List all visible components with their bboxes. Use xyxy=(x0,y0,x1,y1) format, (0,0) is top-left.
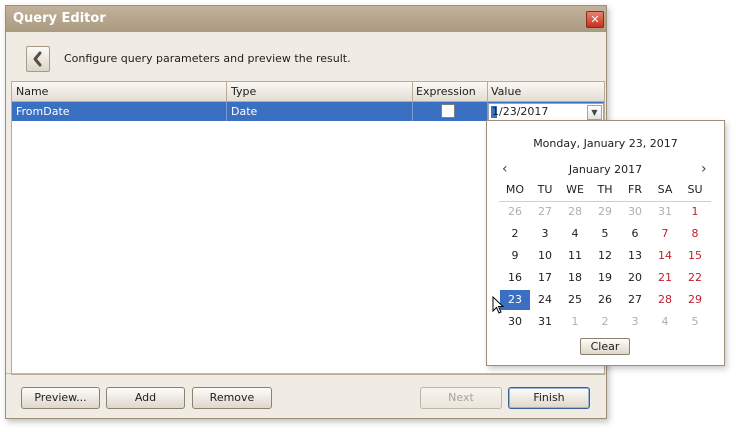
description-text: Configure query parameters and preview t… xyxy=(64,52,351,65)
next-button[interactable]: Next xyxy=(420,387,502,409)
add-button[interactable]: Add xyxy=(106,387,185,409)
calendar-day[interactable]: 31 xyxy=(530,312,560,332)
calendar-day[interactable]: 5 xyxy=(590,224,620,244)
close-button[interactable]: ✕ xyxy=(586,11,604,28)
header-type[interactable]: Type xyxy=(231,85,256,98)
cell-type[interactable]: Date xyxy=(231,105,257,118)
calendar-popup: Monday, January 23, 2017 ‹ January 2017 … xyxy=(486,120,725,366)
calendar-day[interactable]: 22 xyxy=(680,268,710,288)
calendar-day[interactable]: 4 xyxy=(560,224,590,244)
back-button[interactable] xyxy=(26,46,50,72)
mouse-cursor-icon xyxy=(492,296,505,314)
calendar-day[interactable]: 29 xyxy=(590,202,620,222)
calendar-day[interactable]: 4 xyxy=(650,312,680,332)
header-name[interactable]: Name xyxy=(16,85,48,98)
calendar-day[interactable]: 15 xyxy=(680,246,710,266)
calendar-day[interactable]: 12 xyxy=(590,246,620,266)
chevron-down-icon: ▼ xyxy=(591,108,598,117)
calendar-day[interactable]: 3 xyxy=(620,312,650,332)
calendar-day[interactable]: 11 xyxy=(560,246,590,266)
calendar-day[interactable]: 24 xyxy=(530,290,560,310)
column-divider[interactable] xyxy=(226,82,227,101)
calendar-day[interactable]: 28 xyxy=(560,202,590,222)
calendar-day[interactable]: 31 xyxy=(650,202,680,222)
calendar-day[interactable]: 26 xyxy=(590,290,620,310)
finish-button[interactable]: Finish xyxy=(508,387,590,409)
calendar-day[interactable]: 30 xyxy=(620,202,650,222)
header-value[interactable]: Value xyxy=(491,85,521,98)
table-row[interactable]: FromDate Date 1/23/2017 ▼ xyxy=(12,102,604,122)
calendar-day[interactable]: 27 xyxy=(530,202,560,222)
window-title: Query Editor xyxy=(13,11,106,26)
calendar-day[interactable]: 20 xyxy=(620,268,650,288)
button-bar: Preview... Add Remove Next Finish xyxy=(6,373,606,419)
weekday-label: MO xyxy=(505,183,525,196)
close-icon: ✕ xyxy=(590,13,600,26)
calendar-day[interactable]: 2 xyxy=(590,312,620,332)
calendar-day[interactable]: 9 xyxy=(500,246,530,266)
column-divider[interactable] xyxy=(487,82,488,101)
column-divider[interactable] xyxy=(412,82,413,101)
next-month-icon[interactable]: › xyxy=(701,161,707,177)
grid-header: Name Type Expression Value xyxy=(12,82,604,102)
calendar-day[interactable]: 25 xyxy=(560,290,590,310)
weekday-label: SA xyxy=(657,183,673,196)
calendar-day[interactable]: 7 xyxy=(650,224,680,244)
weekday-label: WE xyxy=(566,183,584,196)
calendar-day[interactable]: 10 xyxy=(530,246,560,266)
calendar-date-title: Monday, January 23, 2017 xyxy=(533,137,678,150)
weekday-label: TH xyxy=(597,183,613,196)
cell-divider xyxy=(412,102,413,121)
calendar-day[interactable]: 16 xyxy=(500,268,530,288)
chevron-left-icon xyxy=(33,51,42,67)
calendar-day[interactable]: 26 xyxy=(500,202,530,222)
calendar-day[interactable]: 3 xyxy=(530,224,560,244)
calendar-month-label[interactable]: January 2017 xyxy=(487,163,724,176)
calendar-day[interactable]: 27 xyxy=(620,290,650,310)
calendar-day[interactable]: 6 xyxy=(620,224,650,244)
weekday-label: FR xyxy=(628,183,642,196)
calendar-day[interactable]: 28 xyxy=(650,290,680,310)
dropdown-button[interactable]: ▼ xyxy=(587,105,602,120)
calendar-day[interactable]: 2 xyxy=(500,224,530,244)
calendar-day[interactable]: 8 xyxy=(680,224,710,244)
remove-button[interactable]: Remove xyxy=(192,387,272,409)
calendar-day[interactable]: 1 xyxy=(680,202,710,222)
calendar-day[interactable]: 18 xyxy=(560,268,590,288)
clear-button[interactable]: Clear xyxy=(580,338,630,355)
expression-checkbox[interactable] xyxy=(441,104,455,118)
calendar-day[interactable]: 21 xyxy=(650,268,680,288)
weekday-label: SU xyxy=(687,183,703,196)
calendar-day[interactable]: 13 xyxy=(620,246,650,266)
calendar-day[interactable]: 19 xyxy=(590,268,620,288)
title-bar[interactable]: Query Editor ✕ xyxy=(6,6,606,32)
calendar-day[interactable]: 14 xyxy=(650,246,680,266)
calendar-day[interactable]: 1 xyxy=(560,312,590,332)
preview-button[interactable]: Preview... xyxy=(21,387,100,409)
calendar-day[interactable]: 5 xyxy=(680,312,710,332)
cell-divider xyxy=(226,102,227,121)
calendar-day[interactable]: 29 xyxy=(680,290,710,310)
cell-name[interactable]: FromDate xyxy=(16,105,70,118)
calendar-day[interactable]: 17 xyxy=(530,268,560,288)
header-expression[interactable]: Expression xyxy=(416,85,476,98)
value-input-text[interactable]: 1/23/2017 xyxy=(492,105,548,118)
weekday-label: TU xyxy=(537,183,553,196)
